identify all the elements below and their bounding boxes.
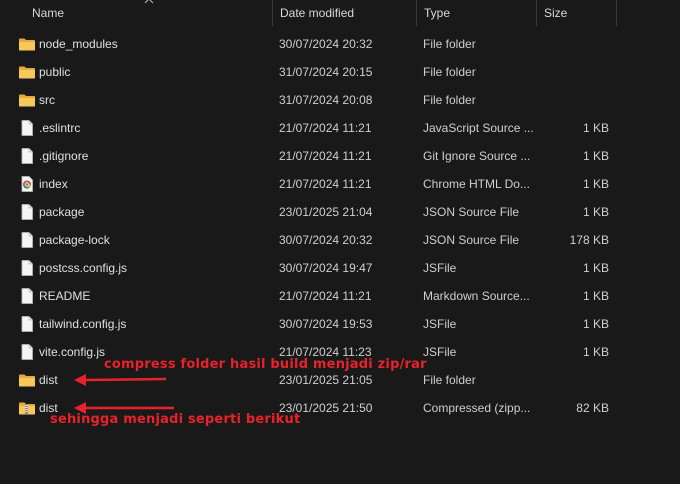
annotation-result-text: sehingga menjadi seperti berikut <box>50 412 301 427</box>
chrome-html-icon <box>18 176 36 192</box>
file-size <box>541 58 609 86</box>
file-size: 1 KB <box>582 149 609 163</box>
file-type: File folder <box>423 37 476 51</box>
table-row[interactable]: src 31/07/2024 20:08 File folder <box>0 86 680 114</box>
file-name: README <box>39 289 91 303</box>
file-name: package-lock <box>39 233 110 247</box>
table-row[interactable]: package-lock 30/07/2024 20:32 JSON Source … <box>0 226 680 254</box>
file-name: index <box>39 177 68 191</box>
file-size: 1 KB <box>582 261 609 275</box>
file-icon <box>18 288 36 304</box>
file-name: .gitignore <box>39 149 89 163</box>
table-row[interactable]: package 23/01/2025 21:04 JSON Source File 1… <box>0 198 680 226</box>
file-size: 1 KB <box>582 177 609 191</box>
table-row[interactable]: tailwind.config.js 30/07/2024 19:53 JSFile… <box>0 310 680 338</box>
file-name: tailwind.config.js <box>39 317 127 331</box>
file-icon <box>18 344 36 360</box>
file-date: 30/07/2024 19:53 <box>279 317 373 331</box>
zip-folder-icon <box>18 400 36 416</box>
file-size: 178 KB <box>569 233 609 247</box>
file-name: .eslintrc <box>39 121 81 135</box>
file-name: postcss.config.js <box>39 261 128 275</box>
folder-icon <box>18 92 36 108</box>
table-row[interactable]: postcss.config.js 30/07/2024 19:47 JSFile 1… <box>0 254 680 282</box>
file-icon <box>18 260 36 276</box>
folder-icon <box>18 64 36 80</box>
file-size <box>541 86 609 114</box>
file-icon <box>18 232 36 248</box>
annotation-arrow-icon <box>74 374 167 386</box>
file-type: JavaScript Source ... <box>423 121 534 135</box>
column-header-date[interactable]: Date modified <box>272 0 416 26</box>
file-name: src <box>39 93 55 107</box>
file-size: 1 KB <box>582 289 609 303</box>
file-date: 21/07/2024 11:21 <box>279 177 372 191</box>
table-row[interactable]: public 31/07/2024 20:15 File folder <box>0 58 680 86</box>
file-type: JSFile <box>423 345 457 359</box>
file-type: JSFile <box>423 317 457 331</box>
file-size <box>541 366 609 394</box>
file-name: public <box>39 65 71 79</box>
file-type: Git Ignore Source ... <box>423 149 531 163</box>
file-date: 30/07/2024 20:32 <box>279 37 373 51</box>
file-date: 21/07/2024 11:21 <box>279 121 372 135</box>
column-header-type[interactable]: Type <box>416 0 536 26</box>
file-size <box>541 30 609 58</box>
file-date: 30/07/2024 19:47 <box>279 261 373 275</box>
table-row[interactable]: .eslintrc 21/07/2024 11:21 JavaScript Sour… <box>0 114 680 142</box>
file-type: File folder <box>423 65 476 79</box>
file-type: File folder <box>423 373 476 387</box>
column-header-bar: Name Date modified Type Size <box>0 0 680 26</box>
file-icon <box>18 120 36 136</box>
column-header-size[interactable]: Size <box>536 0 616 26</box>
file-type: JSON Source File <box>423 233 520 247</box>
file-name: node_modules <box>39 37 118 51</box>
file-size: 1 KB <box>582 345 609 359</box>
file-size: 1 KB <box>582 121 609 135</box>
table-row[interactable]: node_modules 30/07/2024 20:32 File folder <box>0 30 680 58</box>
file-size: 1 KB <box>582 205 609 219</box>
file-icon <box>18 148 36 164</box>
file-icon <box>18 204 36 220</box>
file-date: 21/07/2024 11:21 <box>279 289 372 303</box>
file-date: 21/07/2024 11:21 <box>279 149 372 163</box>
file-type: JSON Source File <box>423 205 520 219</box>
file-icon <box>18 316 36 332</box>
file-type: Compressed (zipp... <box>423 401 531 415</box>
folder-icon <box>18 372 36 388</box>
file-date: 23/01/2025 21:04 <box>279 205 373 219</box>
file-type: JSFile <box>423 261 457 275</box>
file-date: 30/07/2024 20:32 <box>279 233 373 247</box>
table-row[interactable]: index 21/07/2024 11:21 Chrome HTML Do... 1 … <box>0 170 680 198</box>
table-row[interactable]: README 21/07/2024 11:21 Markdown Source...… <box>0 282 680 310</box>
file-name: package <box>39 205 85 219</box>
file-size: 82 KB <box>576 401 609 415</box>
file-type: Chrome HTML Do... <box>423 177 530 191</box>
table-row[interactable]: .gitignore 21/07/2024 11:21 Git Ignore Sou… <box>0 142 680 170</box>
file-size: 1 KB <box>582 317 609 331</box>
folder-icon <box>18 36 36 52</box>
file-type: File folder <box>423 93 476 107</box>
file-date: 31/07/2024 20:15 <box>279 65 373 79</box>
sort-ascending-icon <box>144 0 154 4</box>
column-divider[interactable] <box>616 0 617 26</box>
file-date: 31/07/2024 20:08 <box>279 93 373 107</box>
annotation-compress-text: compress folder hasil build menjadi zip/… <box>104 357 427 372</box>
file-type: Markdown Source... <box>423 289 530 303</box>
